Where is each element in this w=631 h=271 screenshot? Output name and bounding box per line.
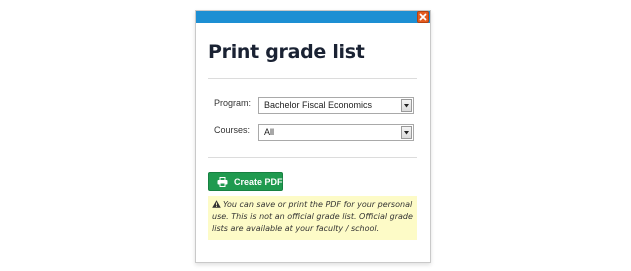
close-button[interactable] [417, 11, 429, 23]
form-divider [208, 157, 417, 158]
notice-text: You can save or print the PDF for your p… [212, 200, 413, 233]
chevron-down-icon [404, 104, 409, 108]
dialog-title: Print grade list [208, 41, 365, 63]
dialog-titlebar [196, 11, 430, 23]
program-select[interactable]: Bachelor Fiscal Economics [258, 97, 414, 114]
chevron-down-icon [404, 131, 409, 135]
courses-label: Courses: [214, 125, 251, 135]
print-grade-list-dialog: Print grade list Program: Bachelor Fisca… [195, 10, 431, 263]
warning-icon [212, 200, 221, 208]
create-pdf-label: Create PDF [234, 176, 283, 187]
title-divider [208, 78, 417, 79]
close-icon [419, 13, 427, 21]
program-dropdown-arrow[interactable] [401, 99, 412, 112]
create-pdf-button[interactable]: Create PDF [208, 172, 283, 191]
courses-select-value: All [264, 127, 275, 137]
program-label: Program: [214, 98, 252, 108]
program-select-value: Bachelor Fiscal Economics [264, 100, 373, 110]
courses-dropdown-arrow[interactable] [401, 126, 412, 139]
notice-box: You can save or print the PDF for your p… [208, 196, 417, 240]
courses-select[interactable]: All [258, 124, 414, 141]
printer-icon [217, 176, 228, 187]
